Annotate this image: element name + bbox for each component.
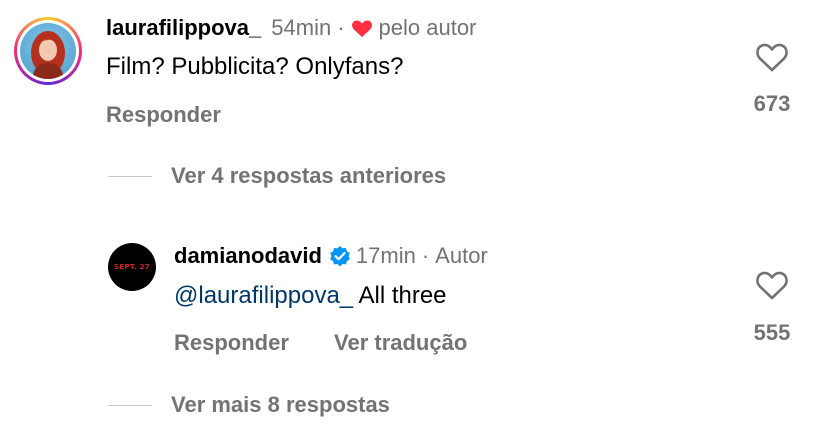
view-previous-replies-button[interactable]: Ver 4 respostas anteriores bbox=[171, 163, 446, 189]
avatar-photo bbox=[20, 23, 76, 79]
mention-link[interactable]: @laurafilippova_ bbox=[174, 282, 353, 309]
comment-text: Film? Pubblicita? Onlyfans? bbox=[106, 53, 404, 80]
avatar[interactable] bbox=[14, 17, 82, 85]
like-count: 673 bbox=[753, 91, 791, 116]
reply-button[interactable]: Responder bbox=[174, 330, 289, 356]
heart-filled-icon bbox=[351, 20, 372, 38]
reply-button[interactable]: Responder bbox=[106, 102, 221, 128]
username[interactable]: damianodavid bbox=[174, 243, 322, 269]
comment-text: @laurafilippova_ All three bbox=[174, 282, 447, 310]
author-label: Autor bbox=[435, 243, 488, 268]
verified-badge-icon bbox=[330, 246, 350, 267]
comment-body: All three bbox=[353, 282, 447, 309]
view-more-replies-button[interactable]: Ver mais 8 respostas bbox=[171, 392, 390, 418]
comment-header: damianodavid 17min · Autor bbox=[174, 243, 488, 269]
timestamp: 54min bbox=[271, 15, 332, 40]
replies-divider bbox=[108, 405, 152, 406]
heart-outline-icon[interactable] bbox=[755, 269, 789, 301]
separator-dot: · bbox=[337, 15, 345, 40]
comment-header: laurafilippova_ 54min · pelo autor bbox=[106, 15, 476, 41]
timestamp: 17min bbox=[355, 243, 416, 268]
replies-divider bbox=[108, 176, 152, 177]
translate-button[interactable]: Ver tradução bbox=[334, 330, 467, 356]
like-count: 555 bbox=[753, 320, 791, 345]
avatar-text: SEPT. 27 bbox=[114, 263, 150, 271]
avatar[interactable]: SEPT. 27 bbox=[108, 243, 156, 291]
username[interactable]: laurafilippova_ bbox=[106, 15, 261, 41]
separator-dot: · bbox=[421, 243, 430, 268]
heart-outline-icon[interactable] bbox=[755, 41, 789, 73]
liked-by-author-label: pelo autor bbox=[378, 15, 477, 40]
